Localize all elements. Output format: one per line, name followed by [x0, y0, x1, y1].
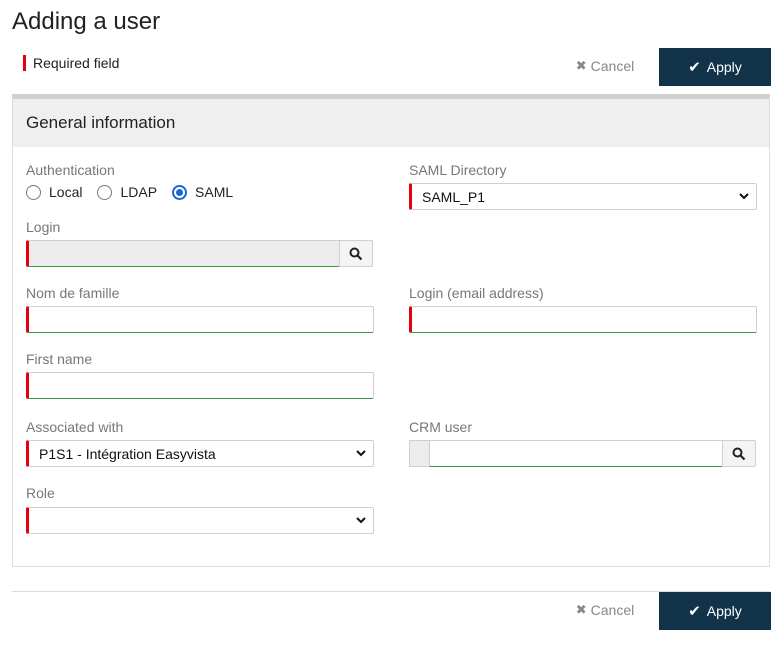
radio-label: LDAP [120, 184, 158, 200]
login-field [26, 240, 340, 267]
last-name-field[interactable] [26, 306, 374, 333]
section-title: General information [13, 99, 769, 147]
authentication-label: Authentication [26, 162, 115, 178]
associated-with-value: P1S1 - Intégration Easyvista [39, 445, 216, 462]
close-icon: ✖ [575, 57, 587, 73]
close-icon: ✖ [575, 601, 587, 617]
cancel-label: Cancel [590, 57, 635, 74]
email-login-field[interactable] [409, 306, 757, 333]
chevron-down-icon [739, 193, 749, 200]
chevron-down-icon [356, 517, 366, 524]
required-field-legend: Required field [23, 55, 119, 71]
radio-local[interactable]: Local [26, 184, 82, 200]
last-name-label: Nom de famille [26, 285, 120, 301]
apply-label: Apply [706, 603, 742, 619]
role-select[interactable] [26, 507, 374, 534]
authentication-radio-group: Local LDAP SAML [26, 184, 248, 200]
crm-user-field[interactable] [429, 440, 723, 467]
crm-user-label: CRM user [409, 419, 473, 435]
radio-circle-selected [172, 184, 188, 200]
saml-directory-select[interactable]: SAML_P1 [409, 183, 757, 210]
radio-circle [97, 184, 113, 200]
login-search-button[interactable] [339, 240, 373, 267]
saml-directory-value: SAML_P1 [422, 188, 486, 205]
search-icon [732, 447, 746, 460]
chevron-down-icon [356, 450, 366, 457]
cancel-label: Cancel [590, 601, 635, 618]
crm-user-search-button[interactable] [722, 440, 756, 467]
check-icon: ✔ [688, 603, 701, 620]
apply-button-top[interactable]: ✔ Apply [659, 48, 771, 86]
radio-label: SAML [195, 184, 234, 200]
page-title: Adding a user [12, 8, 161, 35]
apply-button-bottom[interactable]: ✔ Apply [659, 592, 771, 630]
radio-ldap[interactable]: LDAP [97, 184, 157, 200]
footer-divider [12, 591, 770, 592]
check-icon: ✔ [688, 59, 701, 76]
saml-directory-label: SAML Directory [409, 162, 507, 178]
radio-label: Local [49, 184, 83, 200]
cancel-button-bottom[interactable]: ✖ Cancel [570, 591, 640, 628]
apply-label: Apply [706, 59, 742, 75]
role-label: Role [26, 485, 55, 501]
search-icon [349, 247, 363, 260]
first-name-field[interactable] [26, 372, 374, 399]
associated-with-select[interactable]: P1S1 - Intégration Easyvista [26, 440, 374, 467]
crm-user-prefix [409, 440, 429, 467]
associated-with-label: Associated with [26, 419, 124, 435]
radio-circle [26, 184, 41, 200]
first-name-label: First name [26, 351, 93, 367]
cancel-button-top[interactable]: ✖ Cancel [570, 47, 640, 84]
radio-saml[interactable]: SAML [172, 184, 233, 200]
login-label: Login [26, 219, 61, 235]
email-login-label: Login (email address) [409, 285, 544, 301]
